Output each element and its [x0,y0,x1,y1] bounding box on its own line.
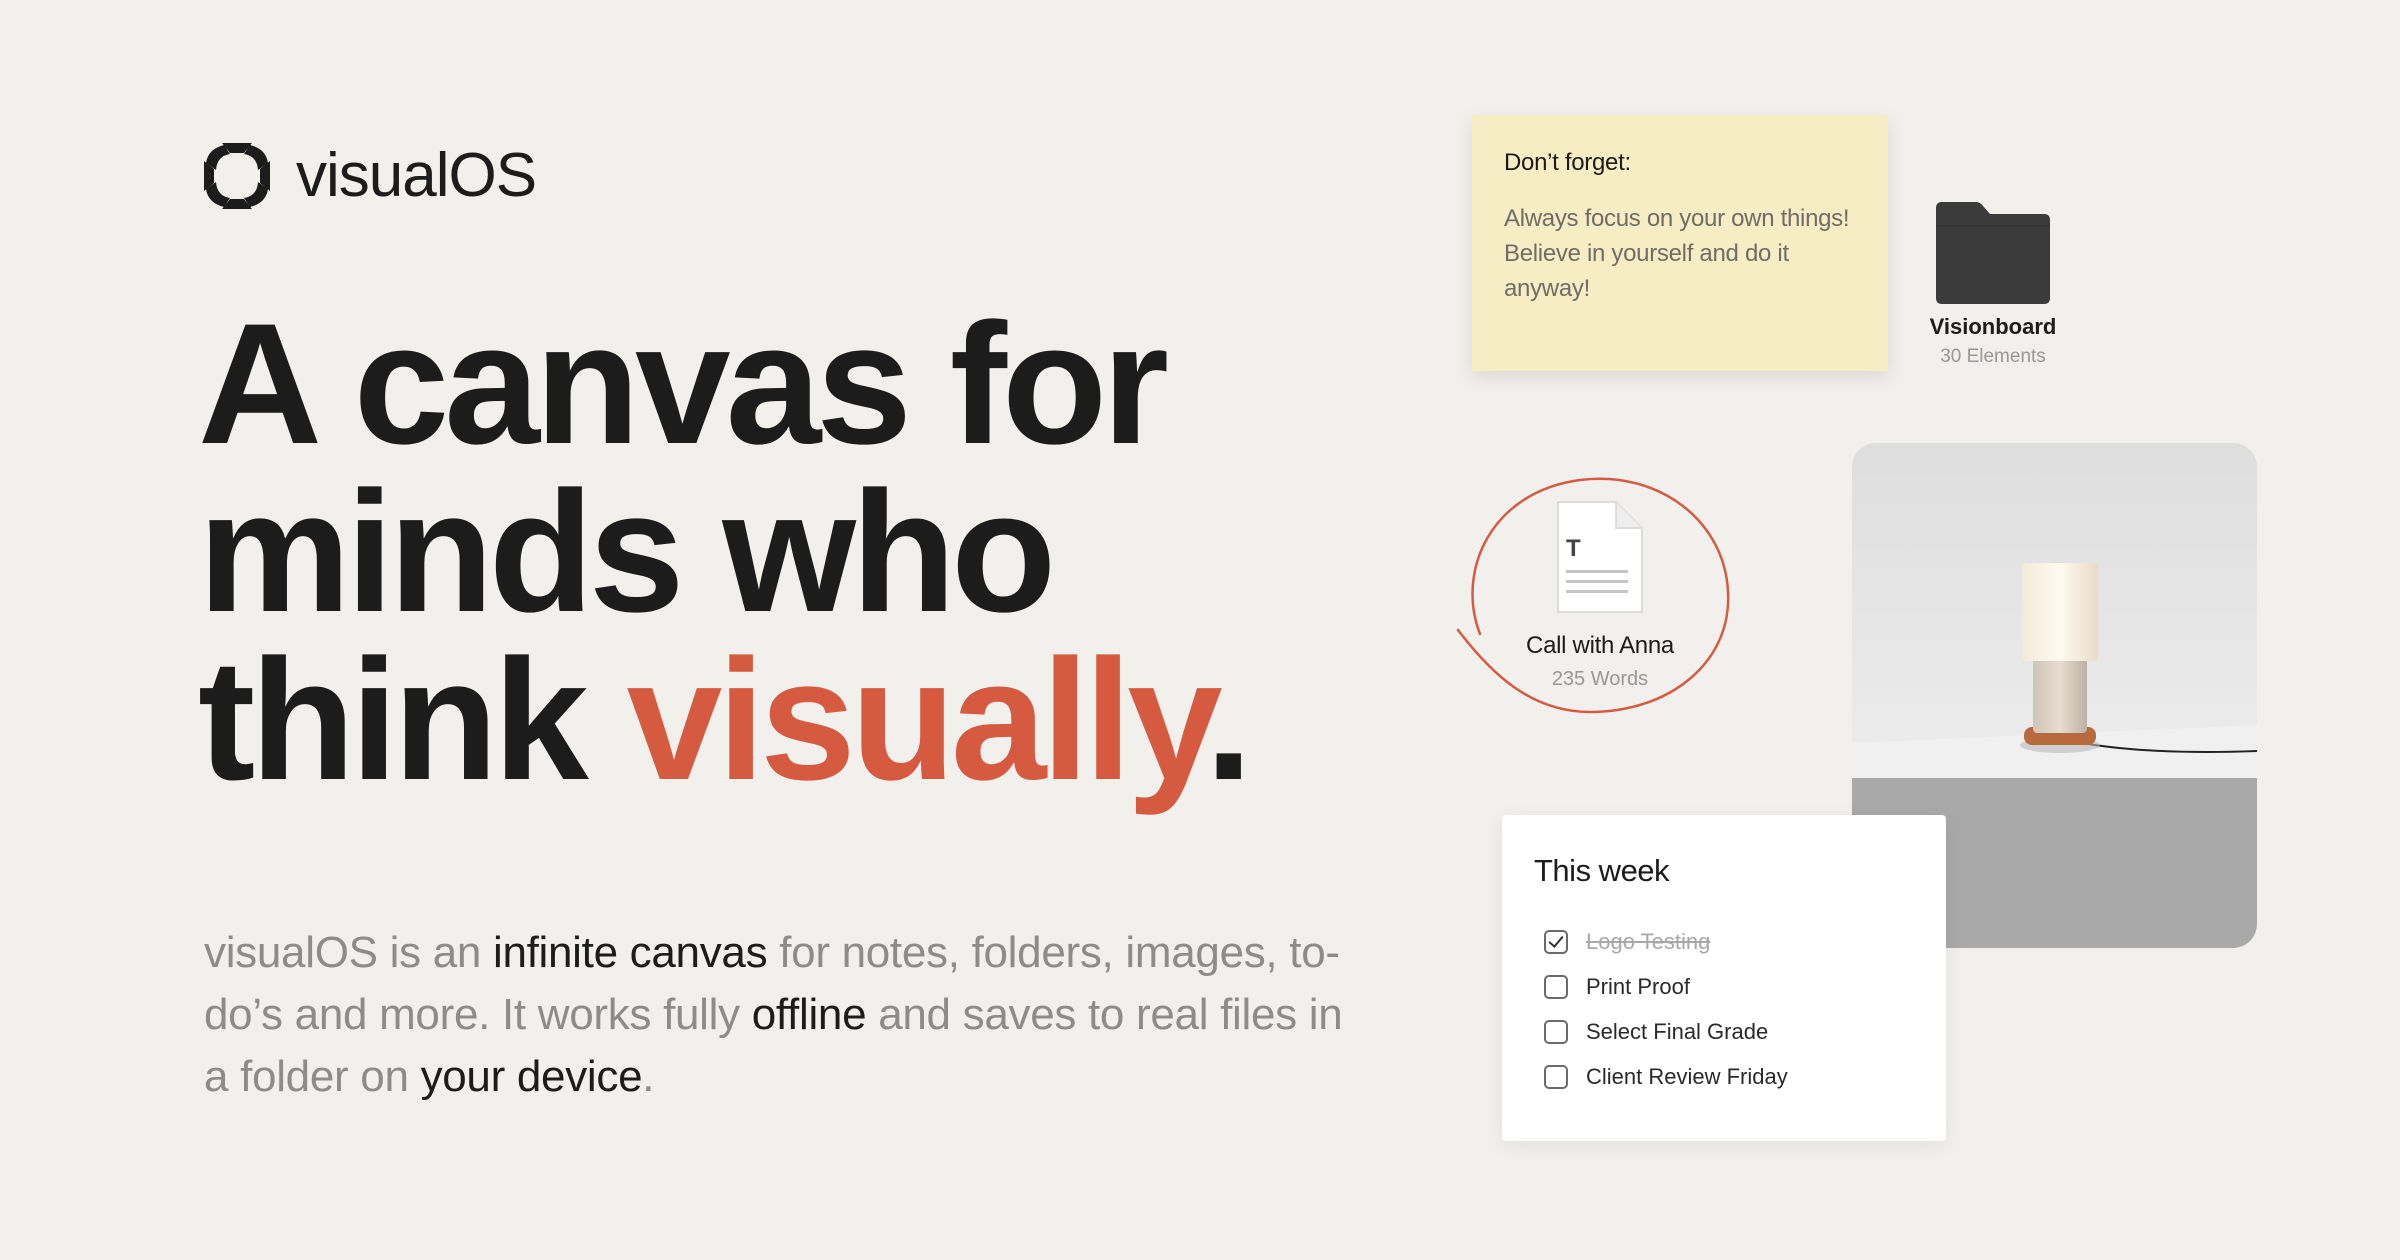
headline-line-3: think visually. [198,634,1398,806]
description-emphasis-infinite-canvas: infinite canvas [492,928,768,977]
todo-item-label: Print Proof [1586,973,1690,999]
todo-item[interactable]: Select Final Grade [1534,1009,1914,1054]
todo-checkbox[interactable] [1544,1064,1568,1089]
folder-visionboard[interactable]: Visionboard 30 Elements [1920,200,2066,368]
description-text-1: visualOS is an [204,928,493,977]
todo-title: This week [1534,853,1670,888]
description-text-4: . [642,1052,655,1101]
headline-line-1: A canvas for [198,288,1169,480]
todo-item[interactable]: Client Review Friday [1534,1054,1914,1099]
folder-label: Visionboard [1929,314,2057,339]
todo-item[interactable]: Logo Testing [1534,919,1914,964]
doc-label[interactable]: Call with Anna [1480,632,1720,660]
description-emphasis-offline: offline [751,990,867,1039]
todo-checkbox[interactable] [1544,974,1568,999]
description-emphasis-your-device: your device [420,1052,643,1101]
headline-period: . [1204,624,1253,816]
todo-item[interactable]: Print Proof [1534,964,1914,1009]
visualos-logo-icon [204,142,270,209]
headline-line-3-prefix: think [198,624,627,816]
description: visualOS is an infinite canvas for notes… [204,922,1344,1108]
todo-item-label: Client Review Friday [1586,1063,1788,1089]
todo-item-label: Select Final Grade [1586,1018,1769,1044]
brand-name: visualOS [296,141,537,210]
sticky-note[interactable]: Don’t forget: Always focus on your own t… [1472,115,1888,371]
headline-accent-word: visually [626,624,1210,816]
todo-card: This week Logo Testing Print Proof Selec… [1502,815,1946,1141]
svg-text:T: T [1566,535,1581,562]
text-document-icon[interactable]: T [1552,500,1644,616]
note-body: Always focus on your own things! Believe… [1504,205,1850,302]
folder-icon [1936,202,2050,304]
doc-word-count: 235 Words [1551,668,1649,690]
todo-checkbox[interactable] [1544,1019,1568,1044]
folder-count: 30 Elements [1940,346,2046,367]
todo-item-label: Logo Testing [1586,928,1711,954]
headline-line-2: minds who [198,456,1056,648]
todo-checkbox-checked[interactable] [1544,929,1568,954]
headline: A canvas for minds who think visually. [198,288,1398,806]
note-title: Don’t forget: [1504,149,1631,176]
brand: visualOS [202,140,537,211]
